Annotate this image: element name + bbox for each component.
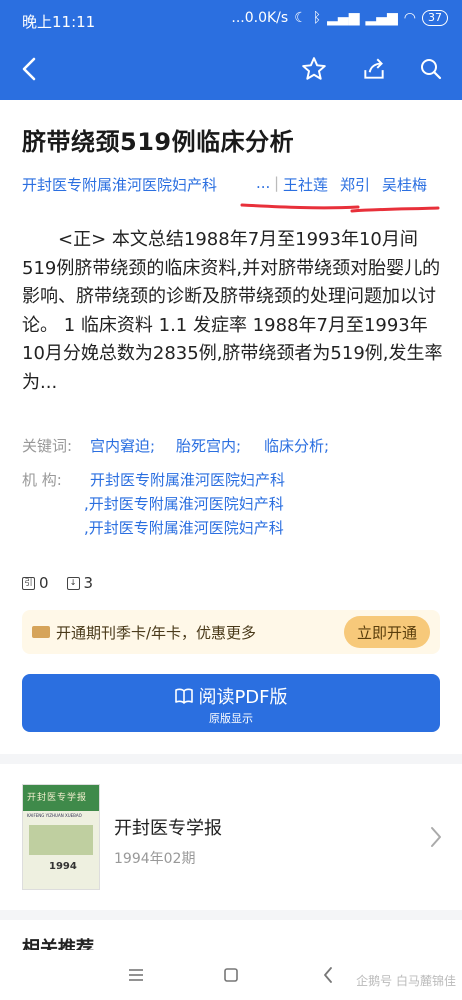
back-nav-icon[interactable]: [316, 963, 340, 987]
stats-row: 引 0 ↓ 3: [22, 574, 93, 592]
system-nav-bar: 企鹅号 白马麓锦佳: [0, 950, 462, 1000]
signal-icon-2: ▂▄▆: [365, 10, 398, 26]
battery-icon: 37: [422, 10, 448, 26]
article-title: 脐带绕颈519例临床分析: [22, 128, 295, 156]
cover-en: KAIFENG YIZHUAN XUEBAO: [27, 813, 82, 818]
org-label: 机 构:: [22, 471, 62, 489]
card-icon: [32, 626, 50, 638]
bluetooth-icon: ᛒ: [312, 10, 322, 26]
read-pdf-label: 阅读PDF版: [198, 687, 288, 708]
keyword-link[interactable]: 胎死宫内;: [176, 436, 241, 456]
section-divider: [0, 910, 462, 920]
download-count: ↓ 3: [66, 574, 94, 592]
abstract-text: <正> 本文总结1988年7月至1993年10月间519例脐带绕颈的临床资料,并…: [22, 226, 447, 397]
journal-name: 开封医专学报: [114, 818, 222, 839]
status-bar: 晚上11:11 ...0.0K/s ☾ ᛒ ▂▄▆ ▂▄▆ ◠ 37: [0, 0, 462, 40]
author-link[interactable]: 郑引: [340, 174, 370, 195]
org-link[interactable]: ,开封医专附属淮河医院妇产科: [84, 518, 284, 538]
search-icon[interactable]: [414, 52, 448, 86]
journal-issue: 1994年02期: [114, 851, 196, 867]
author-link[interactable]: 吴桂梅: [382, 174, 427, 195]
signal-icon: ▂▄▆: [327, 10, 360, 26]
keyword-link[interactable]: 宫内窘迫;: [90, 436, 155, 456]
back-arrow-icon[interactable]: [12, 52, 46, 86]
book-icon: [175, 688, 194, 704]
moon-icon: ☾: [294, 10, 307, 26]
institution-link[interactable]: 开封医专附属淮河医院妇产科: [22, 174, 217, 195]
watermark: 企鹅号 白马麓锦佳: [356, 974, 456, 988]
app-bar: [0, 40, 462, 100]
journal-card[interactable]: 开封医专学报 KAIFENG YIZHUAN XUEBAO 1994 开封医专学…: [0, 764, 462, 910]
cover-title: 开封医专学报: [27, 793, 88, 803]
read-pdf-sub: 原版显示: [209, 712, 253, 725]
status-right: ...0.0K/s ☾ ᛒ ▂▄▆ ▂▄▆ ◠ 37: [231, 10, 448, 26]
cite-count: 引 0: [22, 574, 49, 592]
red-underline-annotation: [240, 203, 440, 213]
abstract-body: <正> 本文总结1988年7月至1993年10月间519例脐带绕颈的临床资料,并…: [22, 229, 443, 393]
keywords-label: 关键词:: [22, 437, 73, 455]
menu-icon[interactable]: [124, 963, 148, 987]
keyword-link[interactable]: 临床分析;: [264, 436, 329, 456]
wifi-icon: ◠: [403, 10, 416, 26]
journal-cover-image: 开封医专学报 KAIFENG YIZHUAN XUEBAO 1994: [22, 784, 100, 890]
org-link[interactable]: ,开封医专附属淮河医院妇产科: [84, 494, 284, 514]
separator: |: [274, 174, 280, 192]
author-link[interactable]: 王社莲: [283, 174, 328, 195]
home-icon[interactable]: [219, 963, 243, 987]
cover-picture: [29, 825, 93, 855]
keywords-row: 关键词: 宫内窘迫; 胎死宫内; 临床分析;: [22, 436, 442, 456]
read-pdf-main: 阅读PDF版: [22, 683, 440, 709]
subscription-promo: 开通期刊季卡/年卡，优惠更多 立即开通: [22, 610, 440, 654]
status-time: 晚上11:11: [22, 13, 96, 31]
share-icon[interactable]: [357, 52, 391, 86]
network-speed: ...0.0K/s: [231, 10, 289, 26]
download-count-value: 3: [83, 574, 94, 592]
citation-icon: 引: [22, 576, 35, 590]
org-block: 机 构: 开封医专附属淮河医院妇产科 ,开封医专附属淮河医院妇产科 ,开封医专附…: [22, 470, 442, 540]
read-pdf-button[interactable]: 阅读PDF版 原版显示: [22, 674, 440, 732]
star-icon[interactable]: [297, 52, 331, 86]
related-title: 相关推荐: [22, 938, 94, 950]
download-icon: ↓: [66, 576, 80, 590]
cover-year: 1994: [49, 861, 77, 872]
authors-ellipsis[interactable]: ...: [256, 174, 270, 192]
section-divider: [0, 754, 462, 764]
promo-text: 开通期刊季卡/年卡，优惠更多: [56, 624, 257, 642]
org-link[interactable]: 开封医专附属淮河医院妇产科: [90, 470, 285, 490]
cite-count-value: 0: [39, 574, 49, 592]
chevron-right-icon: [431, 827, 441, 847]
open-now-button[interactable]: 立即开通: [344, 616, 430, 648]
